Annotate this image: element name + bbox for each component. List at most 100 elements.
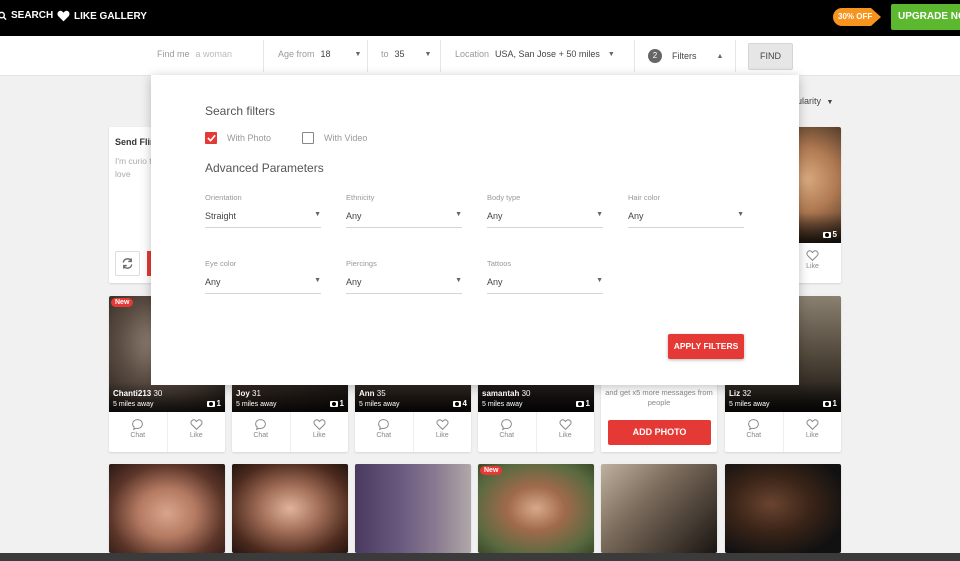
find-me-select[interactable]: Find me a woman (157, 49, 232, 59)
profile-card[interactable] (355, 464, 471, 553)
nav-like-gallery[interactable]: LIKE GALLERY (57, 10, 147, 22)
profile-age: 30 (153, 389, 163, 398)
ethnicity-value: Any (346, 211, 362, 221)
chevron-down-icon: ▼ (607, 50, 615, 58)
search-icon (0, 11, 7, 20)
like-button[interactable]: Like (412, 412, 472, 452)
photo-count-value: 5 (832, 230, 837, 239)
profile-card[interactable] (601, 464, 717, 553)
profile-photo[interactable] (355, 464, 471, 553)
photo-count: 1 (822, 399, 837, 408)
profile-card[interactable] (725, 464, 841, 553)
filters-count-badge: 2 (648, 49, 662, 63)
chat-button[interactable]: Chat (725, 412, 783, 452)
with-photo-checkbox[interactable]: With Photo (205, 132, 271, 144)
like-label: Like (189, 432, 203, 439)
body-type-select[interactable]: Body type Any ▼ (487, 193, 603, 228)
profile-name: Joy 31 (236, 389, 261, 398)
profile-distance: 5 miles away (113, 401, 154, 408)
search-bar: Find me a woman Age from 18 ▼ to 35 ▼ Lo… (0, 36, 960, 76)
filters-toggle[interactable]: 2 Filters ▲ (648, 49, 723, 63)
photo-count: 1 (206, 399, 221, 408)
camera-icon (822, 231, 831, 238)
hair-color-label: Hair color (628, 193, 661, 202)
chevron-down-icon: ▼ (314, 277, 321, 284)
heart-outline-icon (190, 419, 203, 431)
apply-filters-button[interactable]: APPLY FILTERS (668, 334, 744, 359)
like-label: Like (435, 432, 449, 439)
profile-card[interactable] (232, 464, 348, 553)
tattoos-select[interactable]: Tattoos Any ▼ (487, 259, 603, 294)
refresh-button[interactable] (115, 251, 140, 276)
profile-name-text: samantah (482, 389, 520, 398)
profile-photo[interactable] (601, 464, 717, 553)
find-me-value: a woman (195, 49, 233, 59)
with-video-checkbox[interactable]: With Video (302, 132, 367, 144)
like-label: Like (805, 432, 819, 439)
photo-count: 1 (329, 399, 344, 408)
age-to-select[interactable]: to 35 ▼ (381, 49, 431, 59)
chevron-down-icon: ▼ (455, 277, 462, 284)
like-button[interactable]: Like (782, 412, 842, 452)
chat-bubble-icon (255, 419, 267, 431)
heart-outline-icon (806, 250, 819, 262)
piercings-value: Any (346, 277, 362, 287)
send-flirt-title: Send Flir (115, 137, 154, 147)
age-from-select[interactable]: Age from 18 ▼ (278, 49, 361, 59)
nav-search-label: SEARCH (11, 10, 54, 21)
location-select[interactable]: Location USA, San Jose + 50 miles ▼ (455, 49, 615, 59)
camera-icon (206, 400, 215, 407)
card-actions: Chat Like (725, 412, 841, 452)
profile-photo[interactable] (232, 464, 348, 553)
heart-outline-icon (559, 419, 572, 431)
chat-bubble-icon (501, 419, 513, 431)
find-button[interactable]: FIND (748, 43, 793, 70)
profile-name: samantah 30 (482, 389, 531, 398)
profile-photo[interactable] (725, 464, 841, 553)
location-label: Location (455, 49, 490, 59)
top-navigation-bar: SEARCH LIKE GALLERY 30% OFF UPGRADE NOW (0, 0, 960, 36)
profile-card[interactable] (109, 464, 225, 553)
piercings-select[interactable]: Piercings Any ▼ (346, 259, 462, 294)
heart-icon (57, 10, 70, 22)
like-button[interactable]: Like (535, 412, 595, 452)
profile-photo[interactable] (109, 464, 225, 553)
card-actions: Chat Like (109, 412, 225, 452)
hair-color-value: Any (628, 211, 644, 221)
chat-label: Chat (130, 432, 146, 439)
upgrade-now-button[interactable]: UPGRADE NOW (891, 4, 960, 30)
profile-name: Liz 32 (729, 389, 751, 398)
nav-search[interactable]: SEARCH (0, 10, 53, 21)
eye-color-value: Any (205, 277, 221, 287)
card-actions: Chat Like (232, 412, 348, 452)
chevron-down-icon: ▼ (354, 50, 362, 58)
eye-color-select[interactable]: Eye color Any ▼ (205, 259, 321, 294)
camera-icon (329, 400, 338, 407)
chat-label: Chat (253, 432, 269, 439)
orientation-select[interactable]: Orientation Straight ▼ (205, 193, 321, 228)
chat-button[interactable]: Chat (232, 412, 290, 452)
hair-color-select[interactable]: Hair color Any ▼ (628, 193, 744, 228)
age-from-label: Age from (278, 49, 315, 59)
ethnicity-select[interactable]: Ethnicity Any ▼ (346, 193, 462, 228)
nav-like-gallery-label: LIKE GALLERY (74, 10, 147, 22)
add-photo-button[interactable]: ADD PHOTO (608, 420, 711, 445)
profile-photo[interactable] (478, 464, 594, 553)
chat-button[interactable]: Chat (478, 412, 536, 452)
heart-outline-icon (806, 419, 819, 431)
chat-label: Chat (746, 432, 762, 439)
like-label: Like (558, 432, 572, 439)
divider (440, 40, 441, 72)
chevron-down-icon: ▼ (596, 211, 603, 218)
profile-card[interactable]: New (478, 464, 594, 553)
profile-name-text: Chanti213 (113, 389, 152, 398)
chat-button[interactable]: Chat (109, 412, 167, 452)
like-button[interactable]: Like (166, 412, 226, 452)
refresh-icon (122, 258, 133, 269)
bottom-bar (0, 553, 960, 561)
chevron-down-icon: ▼ (737, 211, 744, 218)
like-button[interactable]: Like (289, 412, 349, 452)
with-video-label: With Video (324, 133, 368, 143)
profile-distance: 5 miles away (359, 401, 400, 408)
chat-button[interactable]: Chat (355, 412, 413, 452)
